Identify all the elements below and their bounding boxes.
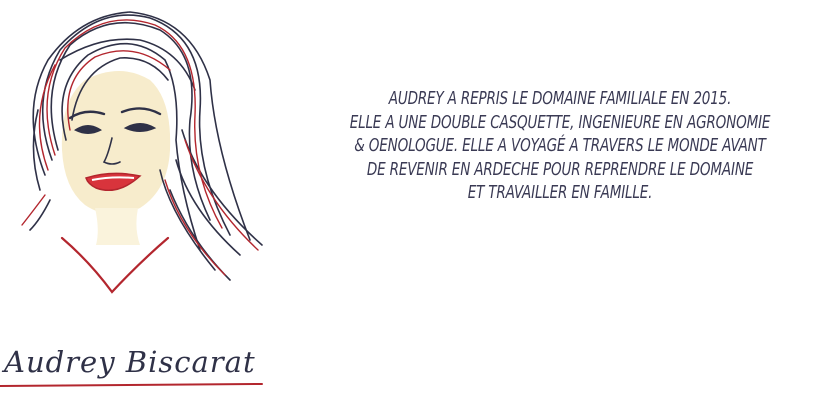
bio-line-4: DE REVENIR EN ARDECHE POUR REPRENDRE LE … xyxy=(366,159,754,180)
right-eye xyxy=(123,123,157,132)
neck xyxy=(95,208,140,245)
left-eye xyxy=(74,125,102,134)
bio-line-1: AUDREY A REPRIS LE DOMAINE FAMILIALE EN … xyxy=(388,89,732,109)
bio-line-2: ELLE A UNE DOUBLE CASQUETTE, INGENIEURE … xyxy=(349,112,771,133)
signature: Audrey Biscarat xyxy=(0,345,263,387)
shirt-collar xyxy=(60,236,170,294)
face-skin xyxy=(61,71,171,215)
bio-line-5: ET TRAVAILLER EN FAMILLE. xyxy=(467,183,653,203)
signature-underline xyxy=(0,383,263,387)
portrait-illustration xyxy=(21,11,263,294)
bio-text: AUDREY A REPRIS LE DOMAINE FAMILIALE EN … xyxy=(333,88,787,206)
signature-text: Audrey Biscarat xyxy=(1,345,256,379)
bio-line-3: & OENOLOGUE. ELLE A VOYAGÉ A TRAVERS LE … xyxy=(354,136,766,156)
